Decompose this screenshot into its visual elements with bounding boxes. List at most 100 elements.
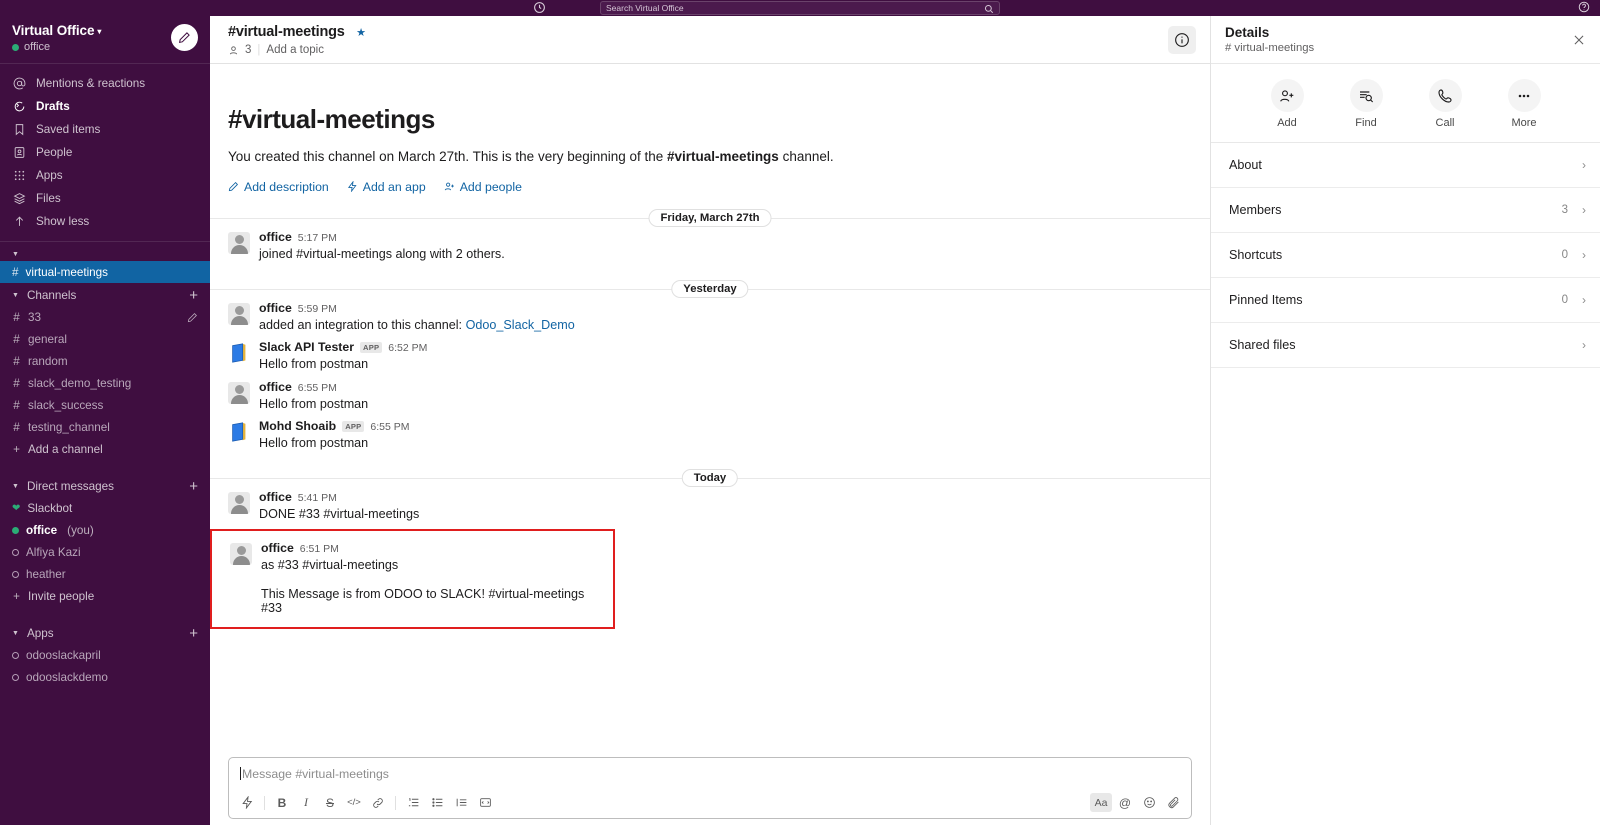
member-icon[interactable] (228, 45, 239, 56)
details-row-shared-files[interactable]: Shared files › (1211, 323, 1600, 368)
toolbar-separator (264, 795, 265, 810)
add-an-app-button[interactable]: Add an app (347, 180, 426, 194)
info-icon[interactable] (1168, 25, 1196, 54)
details-find-button[interactable]: Find (1349, 79, 1383, 129)
sidebar-item-virtual-meetings[interactable]: # virtual-meetings (0, 261, 210, 283)
code-block-icon[interactable] (474, 793, 496, 812)
sidebar-channel-general[interactable]: # general (0, 328, 210, 350)
add-topic-button[interactable]: Add a topic (266, 44, 324, 56)
message-item[interactable]: Mohd Shoaib APP 6:55 PM Hello from postm… (210, 415, 1210, 454)
sidebar-item-files[interactable]: Files (0, 187, 210, 210)
sidebar-item-apps[interactable]: Apps (0, 164, 210, 187)
bold-icon[interactable]: B (271, 793, 293, 812)
sidebar-channel-testing-channel[interactable]: # testing_channel (0, 416, 210, 438)
integration-link[interactable]: Odoo_Slack_Demo (466, 318, 575, 332)
search-input[interactable]: Search Virtual Office (600, 1, 1000, 15)
details-row-pinned-items[interactable]: Pinned Items 0 › (1211, 278, 1600, 323)
message-input[interactable]: Message #virtual-meetings (229, 758, 1191, 781)
message-author[interactable]: office (261, 541, 294, 555)
sidebar-channel-33[interactable]: # 33 (0, 306, 210, 328)
search-icon (984, 4, 994, 14)
sidebar-channel-random[interactable]: # random (0, 350, 210, 372)
date-divider-label[interactable]: Friday, March 27th (648, 208, 772, 227)
sidebar-invite-people[interactable]: + Invite people (0, 585, 210, 607)
add-people-button[interactable]: Add people (444, 180, 522, 194)
channels-section-header[interactable]: ▼ Channels + (0, 283, 210, 306)
sidebar-channel-slack-success[interactable]: # slack_success (0, 394, 210, 416)
plus-icon[interactable]: + (189, 479, 198, 494)
sidebar-item-label: Apps (36, 169, 63, 182)
workspace-user[interactable]: office (12, 41, 101, 53)
message-list[interactable]: #virtual-meetings You created this chann… (210, 64, 1210, 757)
presence-offline-icon (12, 651, 19, 659)
message-author[interactable]: office (259, 490, 292, 504)
italic-icon[interactable]: I (295, 793, 317, 812)
emoji-icon[interactable] (1138, 793, 1160, 812)
sidebar-item-people[interactable]: People (0, 141, 210, 164)
attachment-icon[interactable] (1162, 793, 1184, 812)
message-item[interactable]: office 5:59 PM added an integration to t… (210, 295, 1210, 336)
strikethrough-icon[interactable]: S (319, 793, 341, 812)
message-author[interactable]: office (259, 230, 292, 244)
sidebar-app-odooslackdemo[interactable]: odooslackdemo (0, 666, 210, 688)
details-row-members[interactable]: Members 3 › (1211, 188, 1600, 233)
code-icon[interactable]: </> (343, 793, 365, 812)
member-count[interactable]: 3 (245, 44, 251, 56)
link-icon[interactable] (367, 793, 389, 812)
message-author[interactable]: Slack API Tester (259, 340, 354, 354)
sidebar-item-drafts[interactable]: Drafts (0, 95, 210, 118)
details-more-button[interactable]: More (1507, 79, 1541, 129)
close-icon[interactable] (1572, 33, 1586, 47)
sidebar-dm-office[interactable]: office (you) (0, 519, 210, 541)
help-icon[interactable] (1578, 1, 1590, 13)
pencil-icon[interactable] (187, 312, 198, 323)
sidebar-dm-suffix: (you) (67, 523, 94, 537)
add-description-button[interactable]: Add description (228, 180, 329, 194)
sidebar-app-odooslackapril[interactable]: odooslackapril (0, 644, 210, 666)
highlighted-message[interactable]: office 6:51 PM as #33 #virtual-meetings … (210, 529, 615, 629)
plus-icon[interactable]: + (189, 626, 198, 641)
message-author[interactable]: Mohd Shoaib (259, 419, 336, 433)
channel-title-row[interactable]: #virtual-meetings ★ (228, 23, 366, 41)
details-call-button[interactable]: Call (1428, 79, 1462, 129)
sidebar-add-channel[interactable]: + Add a channel (0, 438, 210, 460)
dm-section-header[interactable]: ▼ Direct messages + (0, 474, 210, 497)
details-add-button[interactable]: Add (1270, 79, 1304, 129)
sidebar-item-mentions[interactable]: Mentions & reactions (0, 72, 210, 95)
workspace-name[interactable]: Virtual Office ▾ (12, 23, 101, 38)
clock-icon[interactable] (533, 1, 546, 14)
message-timestamp: 6:51 PM (299, 543, 339, 556)
sidebar-dm-slackbot[interactable]: ❤ Slackbot (0, 497, 210, 519)
sidebar-item-saved[interactable]: Saved items (0, 118, 210, 141)
plus-icon[interactable]: + (189, 288, 198, 303)
message-item[interactable]: office 5:17 PM joined #virtual-meetings … (210, 224, 1210, 265)
message-author[interactable]: office (259, 380, 292, 394)
workspace-header[interactable]: Virtual Office ▾ office (0, 16, 210, 64)
sidebar-dm-heather[interactable]: heather (0, 563, 210, 585)
sidebar-dm-alfiya-kazi[interactable]: Alfiya Kazi (0, 541, 210, 563)
sidebar-channel-slack-demo-testing[interactable]: # slack_demo_testing (0, 372, 210, 394)
message-item[interactable]: office 5:41 PM DONE #33 #virtual-meeting… (210, 484, 1210, 525)
presence-offline-icon (12, 673, 19, 681)
shortcuts-lightning-icon[interactable] (236, 793, 258, 812)
compose-icon[interactable] (171, 24, 198, 51)
mention-icon[interactable]: @ (1114, 793, 1136, 812)
details-row-about[interactable]: About › (1211, 143, 1600, 188)
message-author[interactable]: office (259, 301, 292, 315)
sidebar-item-show-less[interactable]: Show less (0, 210, 210, 233)
apps-section-header[interactable]: ▼ Apps + (0, 621, 210, 644)
message-item[interactable]: office 6:55 PM Hello from postman (210, 376, 1210, 415)
date-divider-label[interactable]: Yesterday (671, 280, 749, 299)
details-row-shortcuts[interactable]: Shortcuts 0 › (1211, 233, 1600, 278)
ordered-list-icon[interactable] (402, 793, 424, 812)
bulleted-list-icon[interactable] (426, 793, 448, 812)
collapse-toggle[interactable]: ▼ (0, 242, 210, 261)
message-item[interactable]: Slack API Tester APP 6:52 PM Hello from … (210, 336, 1210, 375)
avatar (228, 231, 250, 254)
blockquote-icon[interactable] (450, 793, 472, 812)
message-item[interactable]: office 6:51 PM as #33 #virtual-meetings … (212, 535, 613, 616)
message-composer[interactable]: Message #virtual-meetings B I S </> Aa @ (228, 757, 1192, 819)
formatting-aa-icon[interactable]: Aa (1090, 793, 1112, 812)
star-icon[interactable]: ★ (356, 27, 366, 39)
date-divider-label[interactable]: Today (681, 469, 739, 488)
